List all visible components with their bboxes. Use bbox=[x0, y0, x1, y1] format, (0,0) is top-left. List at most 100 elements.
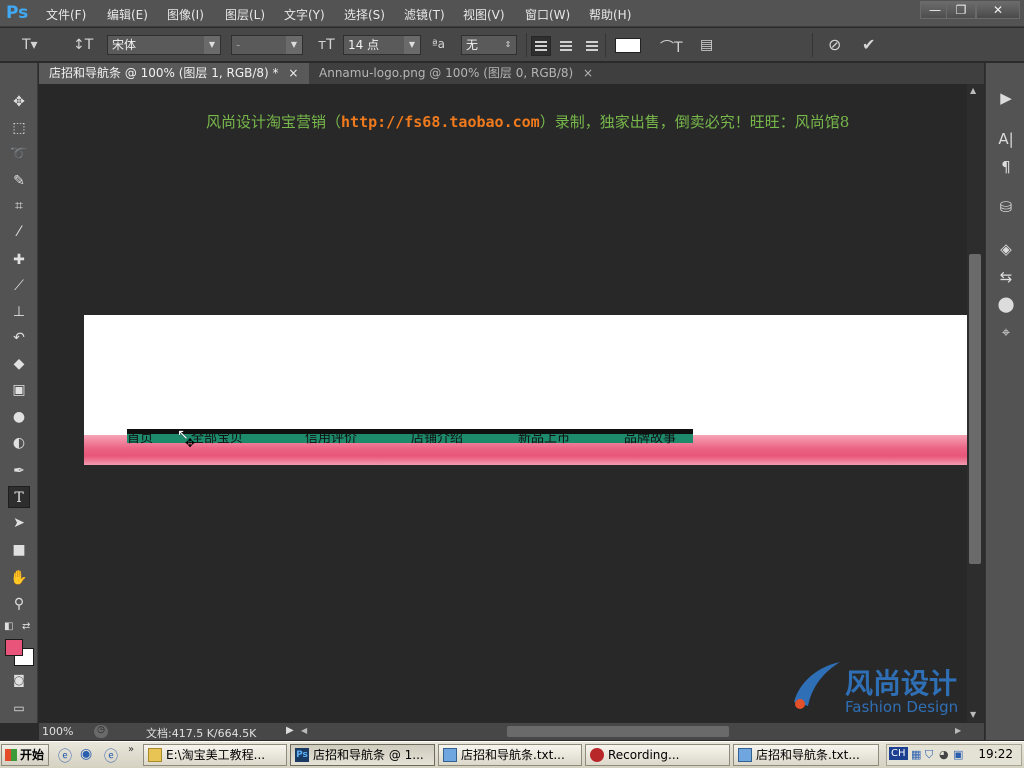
windows-taskbar: 开始 ⓔ ◉ ⓔ » E:\淘宝美工教程... Ps 店招和导航条 @ 1...… bbox=[0, 741, 1024, 768]
clock[interactable]: 19:22 bbox=[978, 747, 1013, 761]
restore-button[interactable]: ❐ bbox=[946, 1, 976, 19]
menu-help[interactable]: 帮助(H) bbox=[589, 6, 631, 23]
vertical-scrollbar[interactable]: ▲ ▼ bbox=[967, 84, 984, 722]
nav-item-credit-rating: 信用评价 bbox=[305, 431, 358, 446]
zoom-level[interactable]: 100% bbox=[42, 725, 73, 738]
tab-active-document[interactable]: 店招和导航条 @ 100% (图层 1, RGB/8) * × bbox=[39, 63, 309, 84]
toolbox: ✥ ⬚ ➰ ✎ ⌗ ⁄ ✚ ⟋ ⊥ ↶ ◆ ▣ ● ◐ ✒ T ➤ ■ ✋ ⚲ … bbox=[0, 63, 38, 723]
history-brush-tool-icon[interactable]: ↶ bbox=[8, 327, 30, 349]
quick-mask-icon[interactable]: ◙ bbox=[8, 669, 30, 691]
ime-icon[interactable]: ▦ bbox=[911, 748, 921, 761]
font-style-select[interactable]: - ▼ bbox=[231, 35, 303, 55]
foreground-color-swatch[interactable] bbox=[5, 639, 23, 656]
antialias-select[interactable]: 无 ⇕ bbox=[461, 35, 517, 55]
close-tab-icon[interactable]: × bbox=[583, 66, 593, 80]
start-button[interactable]: 开始 bbox=[1, 744, 49, 766]
scroll-down-icon[interactable]: ▼ bbox=[970, 710, 976, 719]
ie-quicklaunch-icon[interactable]: ⓔ bbox=[58, 746, 72, 766]
task-photoshop[interactable]: Ps 店招和导航条 @ 1... bbox=[290, 744, 435, 766]
font-family-select[interactable]: 宋体 ▼ bbox=[107, 35, 221, 55]
quick-select-tool-icon[interactable]: ✎ bbox=[8, 170, 30, 192]
browser-quicklaunch-icon[interactable]: ⓔ bbox=[104, 746, 118, 766]
menu-edit[interactable]: 编辑(E) bbox=[107, 6, 148, 23]
nav-item-brand-story: 品牌故事 bbox=[624, 431, 677, 446]
quicklaunch-more-icon[interactable]: » bbox=[128, 744, 134, 755]
path-select-tool-icon[interactable]: ➤ bbox=[8, 512, 30, 534]
windows-logo-icon bbox=[5, 749, 17, 761]
task-notepad-1[interactable]: 店招和导航条.txt... bbox=[438, 744, 582, 766]
menu-window[interactable]: 窗口(W) bbox=[525, 6, 570, 23]
status-menu-arrow-icon[interactable]: ▶ bbox=[286, 725, 294, 736]
network-icon[interactable]: ▣ bbox=[953, 748, 963, 761]
tab-annamu-logo[interactable]: Annamu-logo.png @ 100% (图层 0, RGB/8) × bbox=[309, 63, 593, 84]
menu-type[interactable]: 文字(Y) bbox=[284, 6, 325, 23]
expand-panels-icon[interactable]: ▶ bbox=[995, 87, 1017, 109]
security-shield-icon[interactable]: ⛉ bbox=[925, 748, 933, 762]
warp-text-icon[interactable]: ⌒T bbox=[660, 37, 683, 57]
menu-select[interactable]: 选择(S) bbox=[344, 6, 385, 23]
navigation-text-layer[interactable]: 首页 全部宝贝 信用评价 店铺介绍 新品上市 品牌故事 bbox=[127, 429, 693, 446]
eyedropper-tool-icon[interactable]: ⁄ bbox=[8, 221, 30, 243]
lasso-tool-icon[interactable]: ➰ bbox=[8, 143, 30, 165]
menu-file[interactable]: 文件(F) bbox=[46, 6, 86, 23]
commit-checkmark-icon[interactable]: ✔ bbox=[862, 35, 875, 54]
move-tool-icon[interactable]: ✥ bbox=[8, 91, 30, 113]
adjustments-panel-icon[interactable]: ⬤ bbox=[995, 293, 1017, 315]
shape-tool-icon[interactable]: ■ bbox=[8, 539, 30, 561]
align-right-button[interactable] bbox=[580, 36, 600, 56]
close-button[interactable]: ✕ bbox=[976, 1, 1020, 19]
align-center-button[interactable] bbox=[555, 36, 575, 56]
character-panel-icon[interactable]: A| bbox=[995, 128, 1017, 150]
scroll-up-icon[interactable]: ▲ bbox=[970, 86, 976, 95]
media-quicklaunch-icon[interactable]: ◉ bbox=[80, 746, 92, 762]
text-color-swatch[interactable] bbox=[615, 38, 641, 53]
watermark-chinese-text: 风尚设计 bbox=[845, 667, 958, 700]
tutorial-banner-text: 风尚设计淘宝营销（http://fs68.taobao.com）录制，独家出售，… bbox=[206, 111, 849, 132]
language-indicator[interactable]: CH bbox=[889, 747, 908, 760]
brush-tool-icon[interactable]: ⟋ bbox=[8, 275, 30, 297]
paths-panel-icon[interactable]: ⌖ bbox=[995, 321, 1017, 343]
volume-icon[interactable]: ◕ bbox=[939, 748, 949, 761]
task-label: Recording... bbox=[608, 748, 680, 762]
scroll-right-icon[interactable]: ▶ bbox=[955, 726, 961, 735]
dodge-tool-icon[interactable]: ◐ bbox=[8, 432, 30, 454]
layers-panel-icon[interactable]: ◈ bbox=[995, 238, 1017, 260]
vertical-scroll-thumb[interactable] bbox=[969, 254, 981, 564]
toggle-text-orientation-icon[interactable]: ↕T bbox=[73, 37, 93, 53]
task-recording[interactable]: Recording... bbox=[585, 744, 730, 766]
clone-stamp-tool-icon[interactable]: ⊥ bbox=[8, 301, 30, 323]
menu-filter[interactable]: 滤镜(T) bbox=[404, 6, 445, 23]
cancel-icon[interactable]: ⊘ bbox=[828, 35, 841, 54]
screen-mode-icon[interactable]: ▭ bbox=[8, 697, 30, 719]
gradient-tool-icon[interactable]: ▣ bbox=[8, 379, 30, 401]
font-size-select[interactable]: 14 点 ▼ bbox=[343, 35, 421, 55]
document-canvas[interactable]: 首页 全部宝贝 信用评价 店铺介绍 新品上市 品牌故事 bbox=[84, 315, 967, 465]
marquee-tool-icon[interactable]: ⬚ bbox=[8, 117, 30, 139]
menu-view[interactable]: 视图(V) bbox=[463, 6, 505, 23]
scroll-left-icon[interactable]: ◀ bbox=[301, 726, 307, 735]
history-panel-icon[interactable]: ⇆ bbox=[995, 266, 1017, 288]
task-label: E:\淘宝美工教程... bbox=[166, 748, 266, 762]
task-notepad-2[interactable]: 店招和导航条.txt... bbox=[733, 744, 879, 766]
zoom-tool-icon[interactable]: ⚲ bbox=[8, 593, 30, 615]
swap-colors-icon[interactable]: ⇄ bbox=[22, 621, 30, 632]
crop-tool-icon[interactable]: ⌗ bbox=[8, 195, 30, 217]
horizontal-scroll-thumb[interactable] bbox=[507, 726, 729, 737]
tool-presets-icon[interactable]: ⛁ bbox=[995, 196, 1017, 218]
task-explorer-folder[interactable]: E:\淘宝美工教程... bbox=[143, 744, 287, 766]
close-tab-icon[interactable]: × bbox=[288, 66, 298, 80]
type-tool-icon[interactable]: T bbox=[8, 486, 30, 508]
status-info-icon[interactable]: ◷ bbox=[94, 725, 108, 738]
align-left-button[interactable] bbox=[531, 36, 551, 56]
default-colors-icon[interactable]: ◧ bbox=[4, 621, 13, 632]
character-panel-icon[interactable]: ▤ bbox=[700, 37, 713, 53]
type-tool-preset-icon[interactable]: T▾ bbox=[22, 37, 38, 53]
eraser-tool-icon[interactable]: ◆ bbox=[8, 353, 30, 375]
menu-layer[interactable]: 图层(L) bbox=[225, 6, 265, 23]
paragraph-panel-icon[interactable]: ¶ bbox=[995, 156, 1017, 178]
pen-tool-icon[interactable]: ✒ bbox=[8, 460, 30, 482]
blur-tool-icon[interactable]: ● bbox=[8, 406, 30, 428]
menu-image[interactable]: 图像(I) bbox=[167, 6, 204, 23]
healing-brush-tool-icon[interactable]: ✚ bbox=[8, 249, 30, 271]
hand-tool-icon[interactable]: ✋ bbox=[8, 567, 30, 589]
